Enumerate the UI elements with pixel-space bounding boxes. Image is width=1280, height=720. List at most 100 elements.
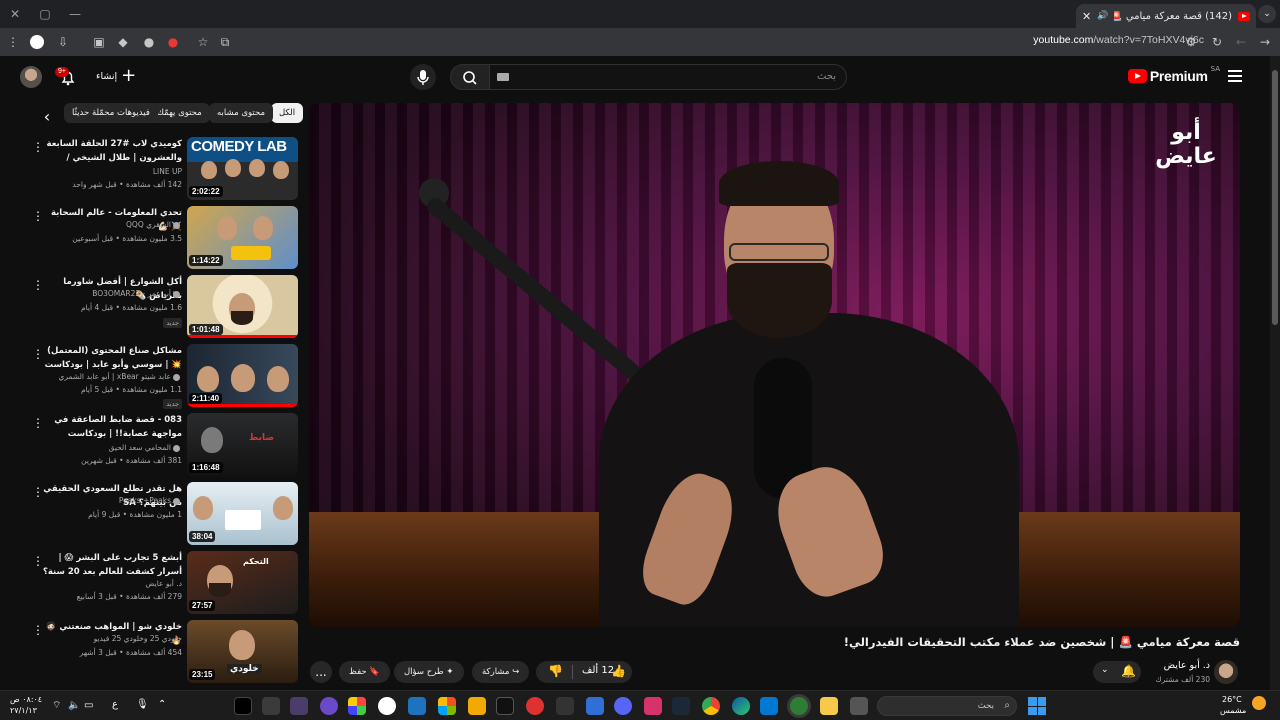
taskbar-steam-icon[interactable]	[672, 697, 690, 715]
video-thumbnail[interactable]: خلودي 23:15	[187, 620, 298, 683]
guide-menu-icon[interactable]	[1228, 70, 1242, 82]
taskbar-app-blue-icon[interactable]	[408, 697, 426, 715]
taskbar-app-white-icon[interactable]	[378, 697, 396, 715]
chip-recently-uploaded[interactable]: فيديوهات محمّلة حديثًا	[64, 103, 158, 123]
clock-time[interactable]: ٠٨:٠٤ ص	[10, 695, 42, 705]
video-title[interactable]: كوميدي لاب #27 الحلقة السابعة والعشرون |…	[42, 137, 182, 165]
reload-icon[interactable]: ↻	[1208, 33, 1226, 51]
more-actions-button[interactable]: ...	[310, 661, 332, 683]
taskbar-app-orange-icon[interactable]	[468, 697, 486, 715]
taskbar-store-icon[interactable]	[760, 697, 778, 715]
more-actions-icon[interactable]: ⋮	[32, 278, 44, 292]
channel-name[interactable]: أبو عمر - BO3OMAR22	[42, 289, 182, 298]
ask-button[interactable]: ✦ طرح سؤال	[394, 661, 464, 683]
speaker-icon[interactable]: 🔈	[68, 701, 80, 711]
more-actions-icon[interactable]: ⋮	[32, 485, 44, 499]
account-avatar[interactable]	[20, 66, 42, 88]
taskbar-search-box[interactable]: ⌕ بحث	[877, 696, 1017, 716]
extension-shield-icon[interactable]: ●	[140, 33, 158, 51]
chips-left-arrow-icon[interactable]: ‹	[38, 108, 56, 126]
clock-date[interactable]: ٢٧/١/١٣	[10, 706, 37, 716]
video-title[interactable]: أبشع 5 تجارب على البشر 😱 | أسرار كشفت لل…	[42, 551, 182, 579]
weather-temperature[interactable]: 26°C	[1222, 695, 1242, 705]
list-item[interactable]: ضابط 1:16:48 083 - قصة ضابط الصاعقة في م…	[0, 410, 300, 476]
back-icon[interactable]: →	[1256, 33, 1274, 51]
subscribed-button[interactable]: 🔔 ⌄	[1093, 661, 1141, 683]
tab-search-icon[interactable]: ⌄	[1258, 5, 1276, 23]
download-icon[interactable]: ⇩	[54, 33, 72, 51]
taskbar-edge-icon[interactable]	[732, 697, 750, 715]
channel-name[interactable]: د. أبو عايض	[42, 579, 182, 588]
more-actions-icon[interactable]: ⋮	[32, 554, 44, 568]
taskbar-browser-active-icon[interactable]	[790, 697, 808, 715]
list-item[interactable]: 2:11:40 مشاكل صناع المحتوى (المعتمل) 💥 |…	[0, 341, 300, 409]
channel-name[interactable]: خلودي 25 وخلودي 25 فيديو	[42, 634, 182, 643]
wifi-icon[interactable]: ⌔	[52, 701, 61, 711]
video-thumbnail[interactable]: ضابط 1:16:48	[187, 413, 298, 476]
video-title[interactable]: مشاكل صناع المحتوى (المعتمل) 💥 | سوسي وأ…	[42, 344, 182, 372]
browser-tab[interactable]: (142) قصة معركة ميامي 🚨 | ... 🔊 ✕	[1076, 4, 1256, 28]
share-page-icon[interactable]: ⧉	[216, 33, 234, 51]
tab-audio-icon[interactable]: 🔊	[1097, 11, 1108, 21]
channel-name[interactable]: الشقري QQQ	[42, 220, 182, 229]
video-thumbnail[interactable]: 38:04	[187, 482, 298, 545]
more-actions-icon[interactable]: ⋮	[32, 416, 44, 430]
video-thumbnail[interactable]: التحكم 27:57	[187, 551, 298, 614]
extension-red-icon[interactable]: ●	[164, 33, 182, 51]
taskbar-app-pink-icon[interactable]	[644, 697, 662, 715]
close-window-icon[interactable]: ✕	[0, 0, 30, 28]
search-button[interactable]	[450, 64, 490, 90]
taskbar-app-color-icon[interactable]	[348, 697, 366, 715]
taskbar-app-gray-icon[interactable]	[556, 697, 574, 715]
minimize-window-icon[interactable]: —	[60, 0, 90, 28]
more-actions-icon[interactable]: ⋮	[32, 140, 44, 154]
bookmark-star-icon[interactable]: ☆	[194, 33, 212, 51]
list-item[interactable]: خلودي 23:15 خلودي شو | المواهب صنعتني 🧔🏻…	[0, 617, 300, 683]
share-button[interactable]: ↪ مشاركة	[472, 661, 530, 683]
list-item[interactable]: 1:14:22 تحدي المعلومات - عالم السحابة ⚔️…	[0, 203, 300, 269]
dislike-icon[interactable]: 👎	[548, 664, 563, 678]
taskbar-discord-icon[interactable]	[614, 697, 632, 715]
taskbar-epic-games-icon[interactable]	[496, 697, 514, 715]
create-button[interactable]: + إنشاء	[96, 67, 136, 85]
more-actions-icon[interactable]: ⋮	[32, 209, 44, 223]
list-item[interactable]: COMEDY LAB 2:02:22 كوميدي لاب #27 الحلقة…	[0, 134, 300, 200]
taskbar-file-explorer-icon[interactable]	[820, 697, 838, 715]
extension-diamond-icon[interactable]: ◆	[114, 33, 132, 51]
page-scrollbar-thumb[interactable]	[1272, 70, 1278, 325]
tab-close-icon[interactable]: ✕	[1082, 10, 1091, 23]
mic-tray-icon[interactable]: 🎙	[136, 700, 149, 710]
start-menu-icon[interactable]	[1028, 697, 1046, 715]
list-item[interactable]: 1:01:48 أكل الشوارع | أفضل شاورما بالريا…	[0, 272, 300, 338]
video-player[interactable]: أبو عايض	[309, 103, 1240, 627]
save-button[interactable]: 🔖 حفظ	[339, 661, 390, 683]
video-thumbnail[interactable]: COMEDY LAB 2:02:22	[187, 137, 298, 200]
search-input[interactable]: بحث	[489, 64, 847, 90]
show-hidden-icons-icon[interactable]: ⌃	[158, 700, 166, 710]
battery-icon[interactable]: ▭	[84, 701, 93, 711]
taskbar-task-view-icon[interactable]	[850, 697, 868, 715]
weather-description[interactable]: مشمس	[1220, 706, 1246, 716]
more-actions-icon[interactable]: ⋮	[32, 623, 44, 637]
chip-all[interactable]: الكل	[271, 103, 304, 123]
site-settings-icon[interactable]: ⚙	[1182, 33, 1200, 51]
channel-name[interactable]: LINE UP	[42, 167, 182, 176]
voice-search-button[interactable]	[410, 64, 436, 90]
channel-name[interactable]: المحامي سعد الحيق	[42, 443, 182, 452]
video-thumbnail[interactable]: 1:14:22	[187, 206, 298, 269]
channel-owner-name[interactable]: د. أبو عايض	[1164, 660, 1210, 671]
more-actions-icon[interactable]: ⋮	[32, 347, 44, 361]
channel-name[interactable]: عابد شيتو xBear | أبو عابد الشمري	[42, 372, 182, 381]
profile-icon[interactable]	[30, 35, 44, 49]
forward-icon[interactable]: ←	[1232, 33, 1250, 51]
address-bar[interactable]: youtube.com/watch?v=7ToHXV4vj6c	[1033, 34, 1204, 46]
video-thumbnail[interactable]: 2:11:40	[187, 344, 298, 407]
youtube-premium-logo[interactable]: Premium SA	[1127, 65, 1220, 84]
taskbar-app-purple-icon[interactable]	[290, 697, 308, 715]
taskbar-app-tool-icon[interactable]	[262, 697, 280, 715]
chip-for-you[interactable]: محتوى يهمّك	[149, 103, 210, 123]
maximize-window-icon[interactable]: ▢	[30, 0, 60, 28]
taskbar-app-f-icon[interactable]	[234, 697, 252, 715]
taskbar-mail-icon[interactable]	[586, 697, 604, 715]
taskbar-app-office-icon[interactable]	[438, 697, 456, 715]
